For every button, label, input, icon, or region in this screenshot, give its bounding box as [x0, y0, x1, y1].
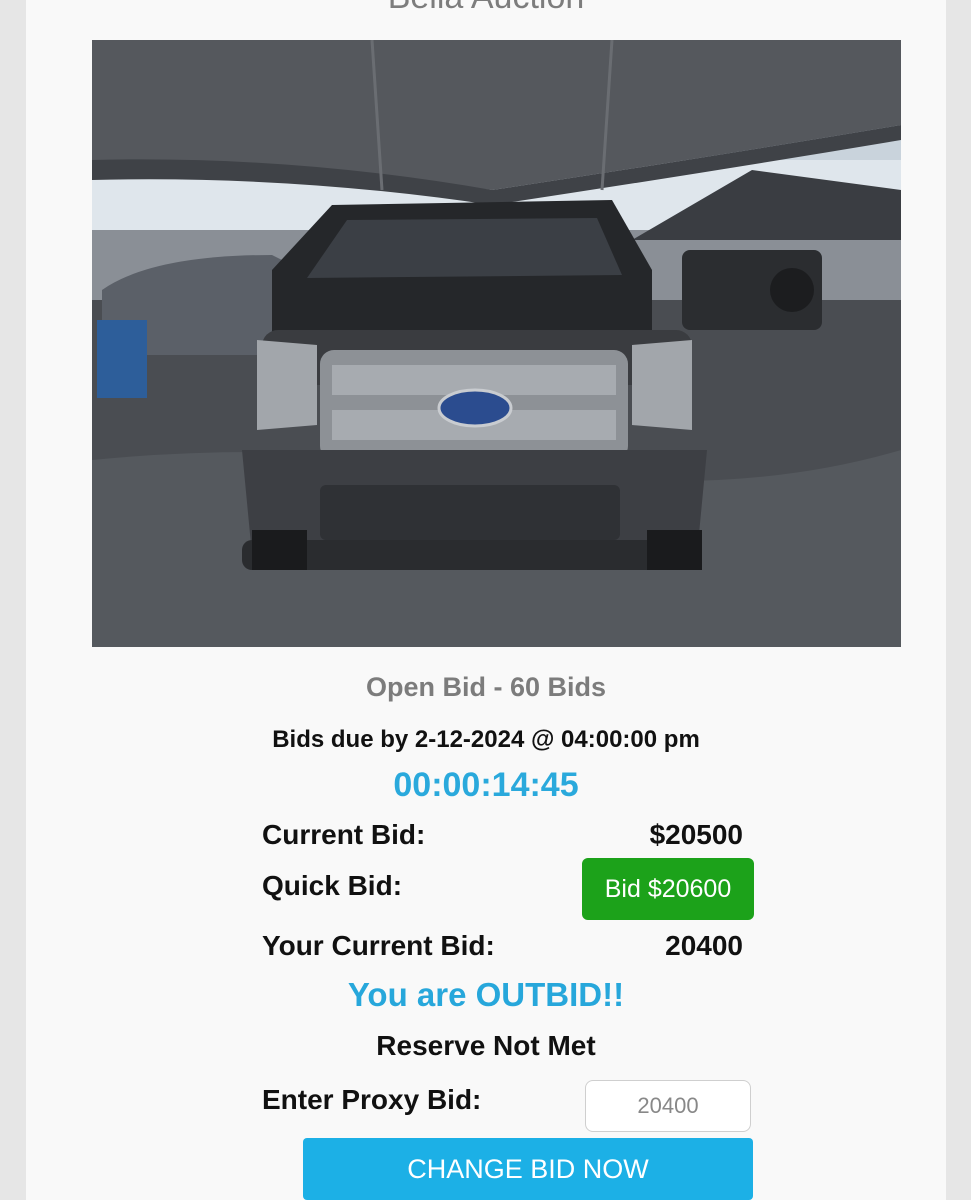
proxy-bid-input[interactable]	[585, 1080, 751, 1132]
vehicle-photo[interactable]	[92, 40, 901, 647]
current-bid-value: $20500	[649, 819, 743, 850]
proxy-bid-label: Enter Proxy Bid:	[262, 1084, 482, 1115]
your-current-bid-value: 20400	[665, 930, 743, 961]
outbid-message: You are OUTBID!!	[347, 976, 625, 1013]
quick-bid-button[interactable]: Bid $20600	[582, 858, 754, 920]
current-bid-label: Current Bid:	[262, 819, 426, 850]
bid-status: Open Bid - 60 Bids	[365, 672, 607, 702]
your-current-bid-label: Your Current Bid:	[262, 930, 495, 961]
countdown-timer: 00:00:14:45	[393, 766, 579, 804]
quick-bid-label: Quick Bid:	[262, 870, 403, 901]
auction-page: Bella Auction	[26, 0, 946, 1200]
vehicle-photo-illustration	[92, 40, 901, 647]
page-title: Bella Auction	[26, 0, 946, 17]
change-bid-button[interactable]: CHANGE BID NOW	[303, 1138, 753, 1200]
bids-due-date: Bids due by 2-12-2024 @ 04:00:00 pm	[272, 726, 700, 753]
reserve-status: Reserve Not Met	[376, 1030, 596, 1061]
